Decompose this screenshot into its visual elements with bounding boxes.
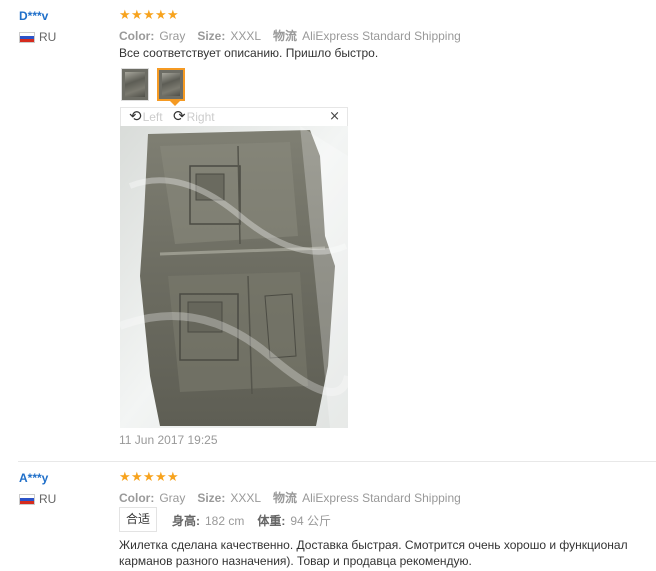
star-icon: ★: [155, 8, 167, 23]
close-icon[interactable]: ×: [329, 109, 340, 124]
review-item: D***v RU ★ ★ ★ ★ ★ Color: Gray Size: XXX…: [0, 0, 656, 462]
size-label: Size:: [197, 491, 226, 505]
height-value: 182 cm: [205, 514, 245, 528]
rotate-right-icon: ⟳: [173, 107, 186, 125]
color-label: Color:: [119, 29, 155, 43]
star-icon: ★: [167, 8, 179, 23]
star-icon: ★: [119, 8, 131, 23]
rotate-right-label: Right: [186, 109, 215, 124]
reviewer-name[interactable]: A***y: [19, 471, 48, 485]
order-info: Color: Gray Size: XXXL 物流 AliExpress Sta…: [119, 489, 461, 506]
feedback-text: Все соответствует описанию. Пришло быстр…: [119, 46, 379, 60]
rotate-left-button[interactable]: ⟲ Left: [129, 109, 163, 124]
star-icon: ★: [155, 470, 167, 485]
rotate-left-label: Left: [142, 109, 163, 124]
country-code: RU: [39, 492, 57, 506]
shipping-label: 物流: [273, 29, 298, 43]
weight-label: 体重:: [257, 514, 286, 528]
color-value: Gray: [159, 29, 186, 43]
color-value: Gray: [159, 491, 186, 505]
height-label: 身高:: [172, 514, 200, 528]
size-label: Size:: [197, 29, 226, 43]
body-measurements: 身高: 182 cm 体重: 94 公斤: [172, 512, 344, 529]
star-icon: ★: [143, 8, 155, 23]
star-icon: ★: [131, 8, 143, 23]
active-thumbnail-caret: [170, 101, 180, 106]
shipping-label: 物流: [273, 491, 298, 505]
review-photo-large: [120, 126, 348, 428]
photo-thumbnail-active[interactable]: [157, 68, 185, 101]
star-rating: ★ ★ ★ ★ ★: [119, 470, 179, 485]
photo-viewer-toolbar: ⟲ Left ⟳ Right ×: [120, 107, 348, 126]
fit-badge: 合适: [119, 507, 158, 532]
review-date: 11 Jun 2017 19:25: [119, 433, 218, 447]
reviewer-country: RU: [19, 492, 56, 506]
star-rating: ★ ★ ★ ★ ★: [119, 8, 179, 23]
vest-photo-image: [120, 126, 348, 428]
reviewer-country: RU: [19, 30, 56, 44]
size-value: XXXL: [230, 29, 262, 43]
reviewer-name[interactable]: D***v: [19, 9, 48, 23]
russia-flag-icon: [19, 493, 35, 505]
star-icon: ★: [143, 470, 155, 485]
order-info: Color: Gray Size: XXXL 物流 AliExpress Sta…: [119, 27, 461, 44]
feedback-text-line-1: Жилетка сделана качественно. Доставка бы…: [119, 538, 628, 552]
shipping-value: AliExpress Standard Shipping: [302, 491, 461, 505]
star-icon: ★: [119, 470, 131, 485]
weight-value: 94 公斤: [290, 514, 332, 528]
star-icon: ★: [167, 470, 179, 485]
size-value: XXXL: [230, 491, 262, 505]
rotate-left-icon: ⟲: [129, 107, 142, 125]
rotate-right-button[interactable]: ⟳ Right: [173, 109, 215, 124]
color-label: Color:: [119, 491, 155, 505]
star-icon: ★: [131, 470, 143, 485]
feedback-text-line-2: карманов разного назначения). Товар и пр…: [119, 554, 472, 568]
country-code: RU: [39, 30, 57, 44]
shipping-value: AliExpress Standard Shipping: [302, 29, 461, 43]
photo-thumbnails: [121, 68, 193, 101]
russia-flag-icon: [19, 31, 35, 43]
photo-thumbnail[interactable]: [121, 68, 149, 101]
